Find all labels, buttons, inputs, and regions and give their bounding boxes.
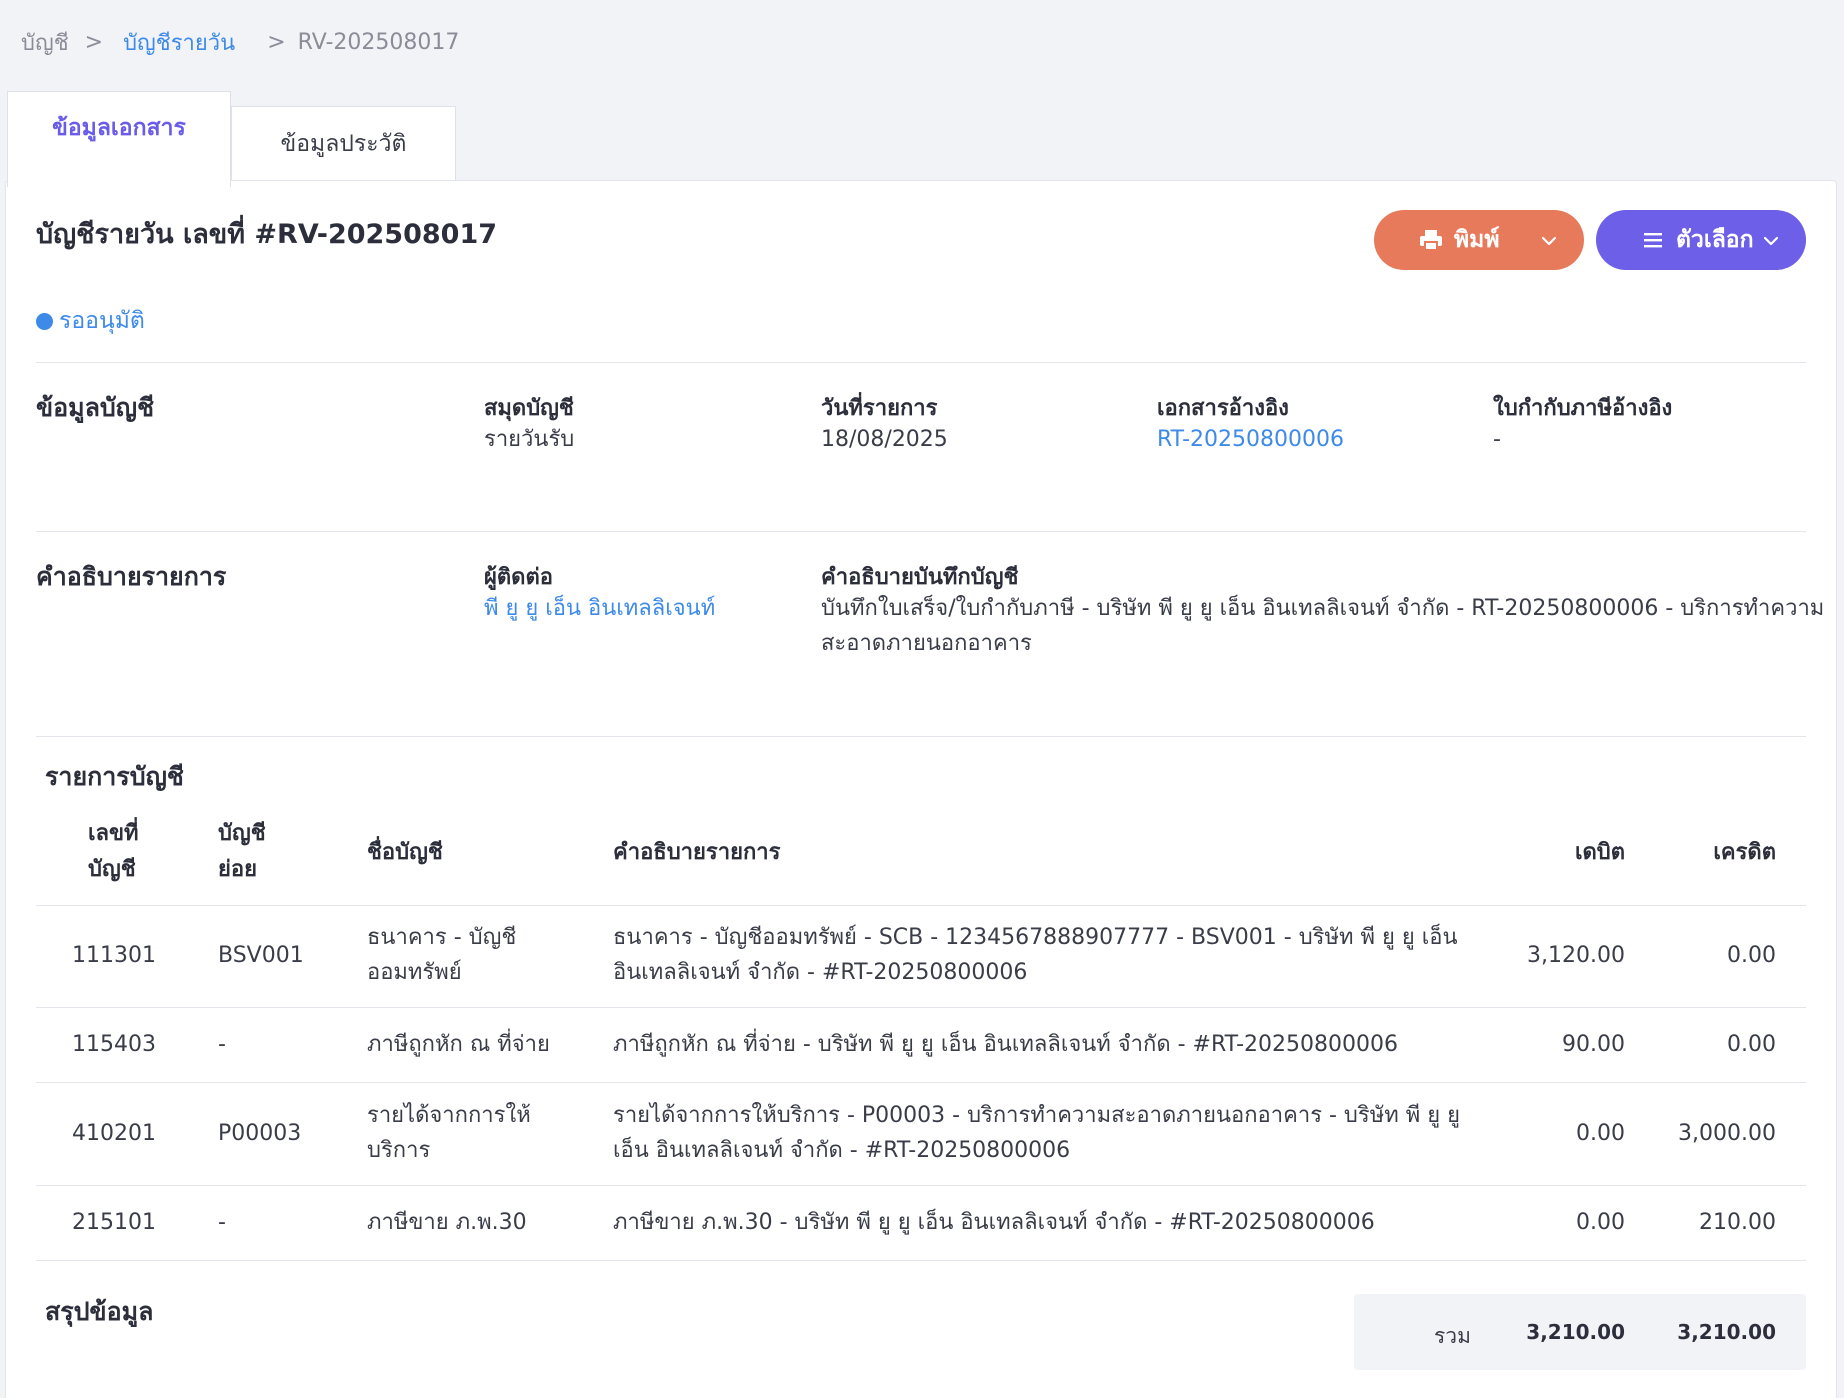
- tab-document-info[interactable]: ข้อมูลเอกสาร: [7, 91, 231, 187]
- cell-account-name: ออมทรัพย์: [367, 960, 462, 985]
- breadcrumb-parent[interactable]: บัญชีรายวัน: [123, 25, 235, 60]
- cell-sub-account: P00003: [218, 1121, 302, 1146]
- header-sub-account: บัญชี: [218, 821, 266, 846]
- header-description: คำอธิบายรายการ: [613, 840, 781, 865]
- cell-debit: 3,120.00: [1527, 943, 1625, 968]
- header-credit: เครดิต: [1713, 840, 1776, 865]
- ref-doc-label: เอกสารอ้างอิง: [1157, 396, 1289, 421]
- breadcrumb-separator: >: [267, 29, 286, 55]
- memo-line: สะอาดภายนอกอาคาร: [821, 631, 1032, 656]
- book-value: รายวันรับ: [484, 427, 575, 452]
- header-debit: เดบิต: [1574, 840, 1625, 865]
- cell-credit: 0.00: [1727, 1032, 1776, 1057]
- tax-invoice-value: -: [1493, 427, 1501, 452]
- header-account-name: ชื่อบัญชี: [367, 840, 443, 865]
- printer-icon: [1418, 227, 1444, 253]
- summary-total-debit: 3,210.00: [1526, 1320, 1625, 1344]
- cell-sub-account: -: [218, 1032, 226, 1057]
- cell-sub-account: -: [218, 1210, 226, 1235]
- breadcrumb: บัญชี > บัญชีรายวัน > RV-202508017: [21, 24, 459, 60]
- cell-account-name: รายได้จากการให้: [367, 1103, 531, 1128]
- cell-credit: 0.00: [1727, 943, 1776, 968]
- cell-debit: 90.00: [1562, 1032, 1625, 1057]
- header-account-no: บัญชี: [88, 857, 136, 882]
- menu-icon: [1640, 227, 1666, 253]
- breadcrumb-current: RV-202508017: [297, 29, 460, 55]
- options-button-label: ตัวเลือก: [1676, 227, 1754, 253]
- print-button[interactable]: พิมพ์: [1374, 210, 1584, 270]
- cell-description: ธนาคาร - บัญชีออมทรัพย์ - SCB - 12345678…: [613, 925, 1458, 950]
- account-info-title: ข้อมูลบัญชี: [36, 393, 155, 422]
- header-account-no: เลขที่: [88, 821, 139, 846]
- description-title: คำอธิบายรายการ: [36, 562, 227, 591]
- breadcrumb-separator: >: [84, 29, 104, 55]
- cell-sub-account: BSV001: [218, 943, 304, 968]
- cell-credit: 210.00: [1699, 1210, 1776, 1235]
- contact-label: ผู้ติดต่อ: [484, 565, 553, 590]
- divider: [36, 736, 1806, 737]
- cell-description: อินเทลลิเจนท์ จำกัด - #RT-20250800006: [613, 960, 1028, 985]
- cell-description: เอ็น อินเทลลิเจนท์ จำกัด - #RT-202508000…: [613, 1138, 1071, 1163]
- breadcrumb-root[interactable]: บัญชี: [21, 25, 69, 60]
- ref-doc-link[interactable]: RT-20250800006: [1157, 422, 1344, 457]
- ledger-title: รายการบัญชี: [45, 762, 184, 791]
- summary-total-credit: 3,210.00: [1677, 1320, 1776, 1344]
- cell-debit: 0.00: [1576, 1210, 1625, 1235]
- divider: [36, 531, 1806, 532]
- header-sub-account: ย่อย: [218, 857, 257, 882]
- cell-account-no: 215101: [72, 1210, 156, 1235]
- divider: [36, 1260, 1806, 1261]
- cell-credit: 3,000.00: [1678, 1121, 1776, 1146]
- tab-history-info[interactable]: ข้อมูลประวัติ: [231, 106, 456, 181]
- cell-account-name: ภาษีถูกหัก ณ ที่จ่าย: [367, 1032, 550, 1057]
- cell-description: ภาษีขาย ภ.พ.30 - บริษัท พี ยู ยู เอ็น อิ…: [613, 1210, 1375, 1235]
- cell-debit: 0.00: [1576, 1121, 1625, 1146]
- date-label: วันที่รายการ: [821, 396, 938, 421]
- cell-account-name: ภาษีขาย ภ.พ.30: [367, 1210, 527, 1235]
- cell-description: รายได้จากการให้บริการ - P00003 - บริการท…: [613, 1103, 1460, 1128]
- divider: [36, 1007, 1806, 1008]
- memo-label: คำอธิบายบันทึกบัญชี: [821, 565, 1019, 590]
- book-label: สมุดบัญชี: [484, 396, 574, 421]
- cell-account-name: บริการ: [367, 1138, 431, 1163]
- chevron-down-icon[interactable]: [1540, 230, 1558, 248]
- cell-account-no: 111301: [72, 943, 156, 968]
- contact-link[interactable]: พี ยู ยู เอ็น อินเทลลิเจนท์: [484, 591, 715, 626]
- date-value: 18/08/2025: [821, 427, 948, 452]
- memo-line: บันทึกใบเสร็จ/ใบกำกับภาษี - บริษัท พี ยู…: [821, 596, 1825, 621]
- tax-invoice-label: ใบกำกับภาษีอ้างอิง: [1493, 396, 1673, 421]
- cell-account-no: 410201: [72, 1121, 156, 1146]
- status-dot-icon: [36, 312, 53, 330]
- divider: [36, 1082, 1806, 1083]
- cell-account-name: ธนาคาร - บัญชี: [367, 925, 517, 950]
- status-badge: รออนุมัติ: [36, 303, 145, 339]
- status-label: รออนุมัติ: [59, 308, 145, 334]
- cell-account-no: 115403: [72, 1032, 156, 1057]
- chevron-down-icon[interactable]: [1762, 230, 1780, 248]
- divider: [36, 1185, 1806, 1186]
- summary-total-label: รวม: [1434, 1324, 1471, 1348]
- summary-title: สรุปข้อมูล: [45, 1297, 154, 1326]
- cell-description: ภาษีถูกหัก ณ ที่จ่าย - บริษัท พี ยู ยู เ…: [613, 1032, 1398, 1057]
- page-title: บัญชีรายวัน เลขที่ #RV-202508017: [36, 219, 498, 250]
- options-button[interactable]: ตัวเลือก: [1596, 210, 1806, 270]
- divider: [36, 905, 1806, 906]
- print-button-label: พิมพ์: [1454, 227, 1500, 253]
- divider: [36, 362, 1806, 363]
